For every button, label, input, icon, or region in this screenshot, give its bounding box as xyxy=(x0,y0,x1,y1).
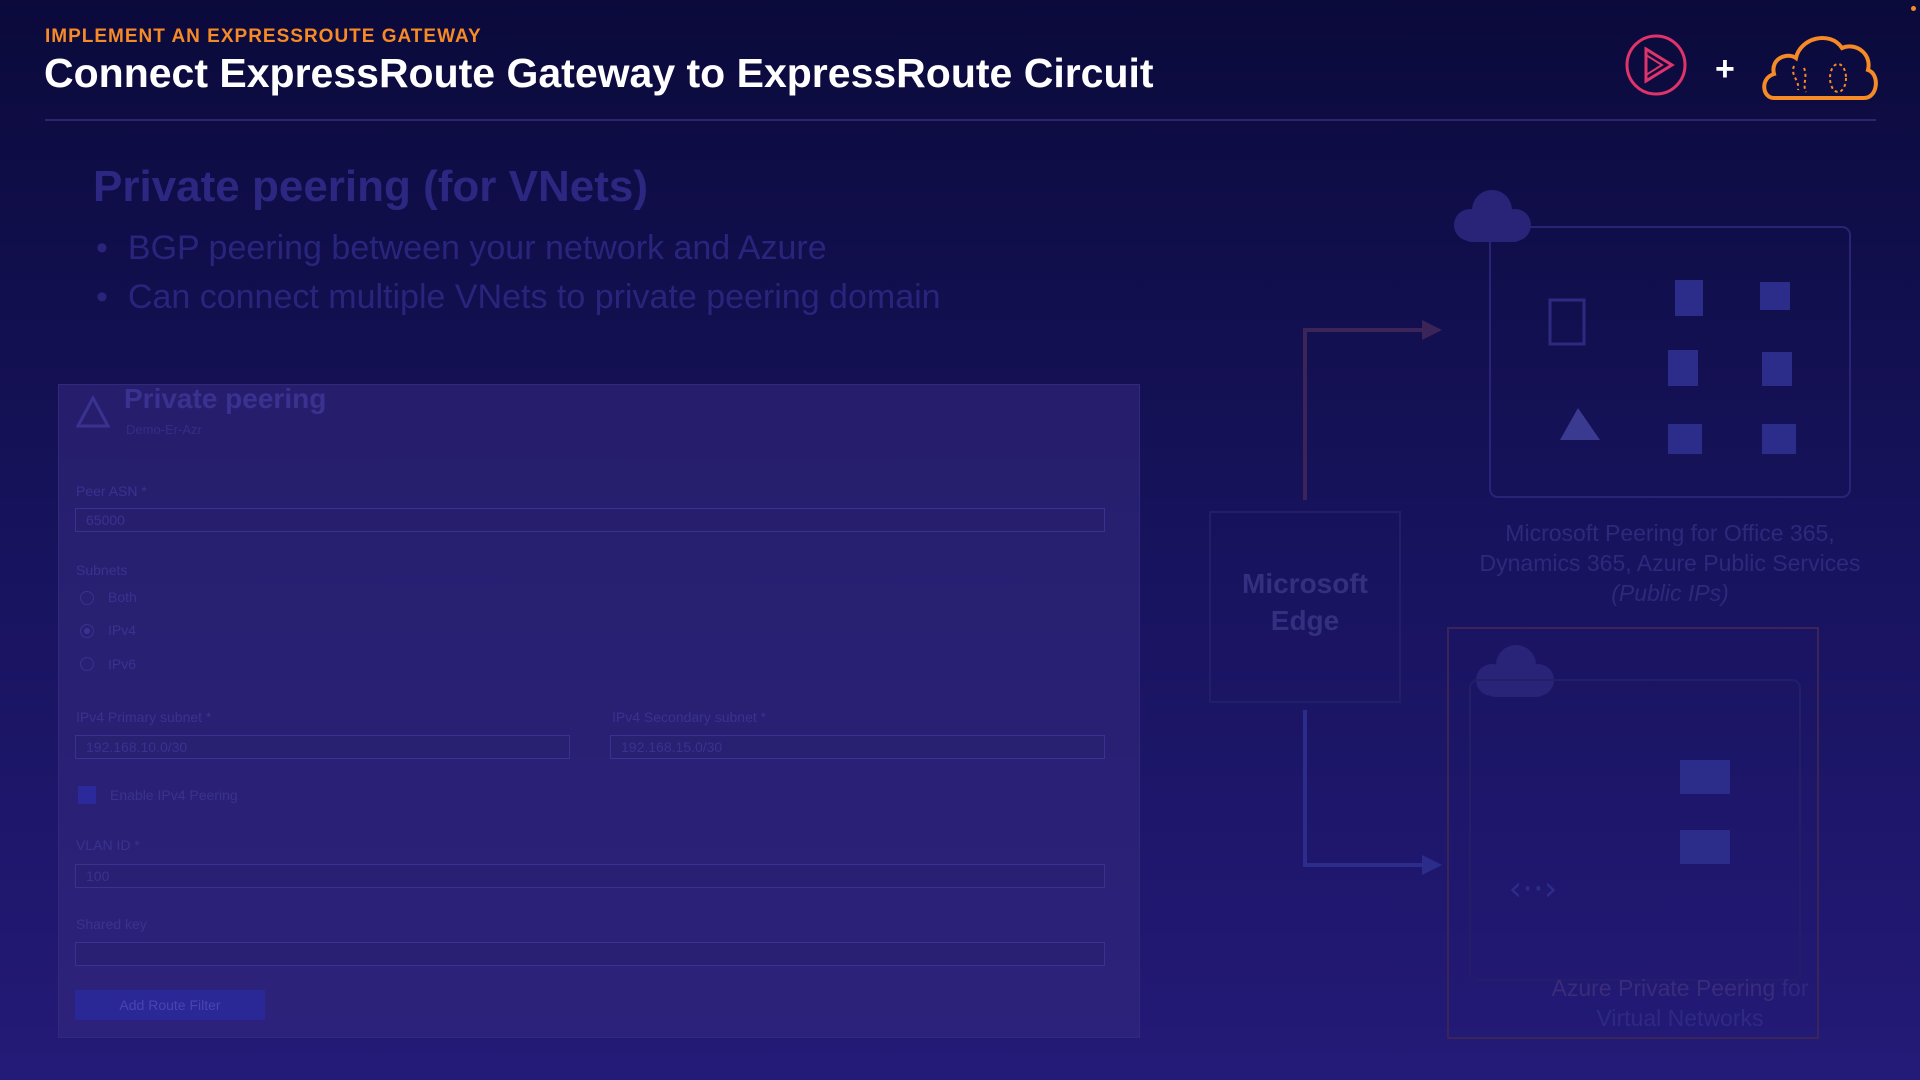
caption-line: Azure Private Peering for xyxy=(1470,973,1890,1003)
corner-dot xyxy=(1911,6,1916,11)
edge-to-public-arrow xyxy=(1303,328,1430,500)
page-title: Connect ExpressRoute Gateway to ExpressR… xyxy=(44,50,1154,96)
caption-line: Microsoft Peering for Office 365, xyxy=(1505,520,1835,546)
vnet-box xyxy=(1469,679,1801,981)
pluralsight-logo-icon xyxy=(1625,34,1687,96)
edge-to-private-arrow xyxy=(1303,710,1430,867)
vm-icon xyxy=(1680,830,1730,864)
ipv4-peering-label: Enable IPv4 Peering xyxy=(110,787,238,803)
caption-line: Dynamics 365, Azure Public Services xyxy=(1479,550,1861,576)
peer-asn-label: Peer ASN * xyxy=(76,483,147,499)
bullet-item: BGP peering between your network and Azu… xyxy=(96,229,827,268)
office-icon xyxy=(1548,298,1586,346)
vlan-id-input[interactable]: 100 xyxy=(75,864,1105,888)
radio-ipv4-label: IPv4 xyxy=(108,622,137,638)
panel-title: Private peering xyxy=(124,383,327,414)
private-peering-panel xyxy=(58,384,1140,1038)
vlan-id-label: VLAN ID * xyxy=(76,837,140,853)
primary-subnet-input[interactable]: 192.168.10.0/30 xyxy=(75,735,570,759)
caption-line: (Public IPs) xyxy=(1611,580,1729,606)
subnets-label: Subnets xyxy=(76,562,128,578)
radio-ipv4[interactable] xyxy=(80,624,94,638)
microsoft-edge-label: Microsoft Edge xyxy=(1220,565,1390,639)
cloud-logo-icon xyxy=(1762,36,1878,100)
azure-private-peering-caption: Azure Private Peering for Virtual Networ… xyxy=(1470,973,1890,1033)
shared-key-input[interactable] xyxy=(75,942,1105,966)
azure-logo-icon xyxy=(1560,408,1600,440)
document-icon xyxy=(1675,280,1703,316)
microsoft-peering-caption: Microsoft Peering for Office 365, Dynami… xyxy=(1440,518,1900,608)
arrow-head-icon xyxy=(1422,855,1442,875)
storage-icon xyxy=(1762,352,1792,386)
secondary-subnet-label: IPv4 Secondary subnet * xyxy=(612,709,767,725)
shared-key-label: Shared key xyxy=(76,916,147,932)
peer-asn-input[interactable]: 65000 xyxy=(75,508,1105,532)
sql-icon xyxy=(1668,350,1698,386)
caption-line: Virtual Networks xyxy=(1596,1005,1764,1031)
ipv4-peering-checkbox[interactable] xyxy=(78,786,96,804)
caption-accent: Azure Private Peering xyxy=(1551,975,1776,1001)
monitor-icon xyxy=(1668,424,1702,454)
cloud-service-icon xyxy=(1760,282,1790,310)
public-cloud-icon xyxy=(1454,190,1531,242)
server-icon xyxy=(1762,424,1796,454)
radio-both-label: Both xyxy=(108,589,137,605)
radio-ipv6-label: IPv6 xyxy=(108,656,137,672)
arrow-head-icon xyxy=(1422,320,1442,340)
primary-subnet-label: IPv4 Primary subnet * xyxy=(76,709,212,725)
warning-triangle-icon xyxy=(76,395,110,428)
vm-icon xyxy=(1680,760,1730,794)
secondary-subnet-input[interactable]: 192.168.15.0/30 xyxy=(610,735,1105,759)
section-eyebrow: IMPLEMENT AN EXPRESSROUTE GATEWAY xyxy=(45,26,482,47)
add-route-filter-button[interactable]: Add Route Filter xyxy=(75,990,265,1020)
edge-label-line: Edge xyxy=(1270,605,1340,636)
edge-label-line: Microsoft xyxy=(1242,568,1368,599)
radio-both[interactable] xyxy=(80,591,94,605)
slide-heading: Private peering (for VNets) xyxy=(93,162,649,211)
plus-sign: + xyxy=(1715,50,1735,88)
bullet-item: Can connect multiple VNets to private pe… xyxy=(96,278,941,317)
caption-text: for xyxy=(1781,975,1809,1001)
panel-subtitle: Demo-Er-Azr xyxy=(126,422,202,437)
private-cloud-icon xyxy=(1476,645,1554,697)
radio-ipv6[interactable] xyxy=(80,657,94,671)
header-divider xyxy=(45,119,1876,121)
vnet-icon: ‹··› xyxy=(1509,869,1558,909)
